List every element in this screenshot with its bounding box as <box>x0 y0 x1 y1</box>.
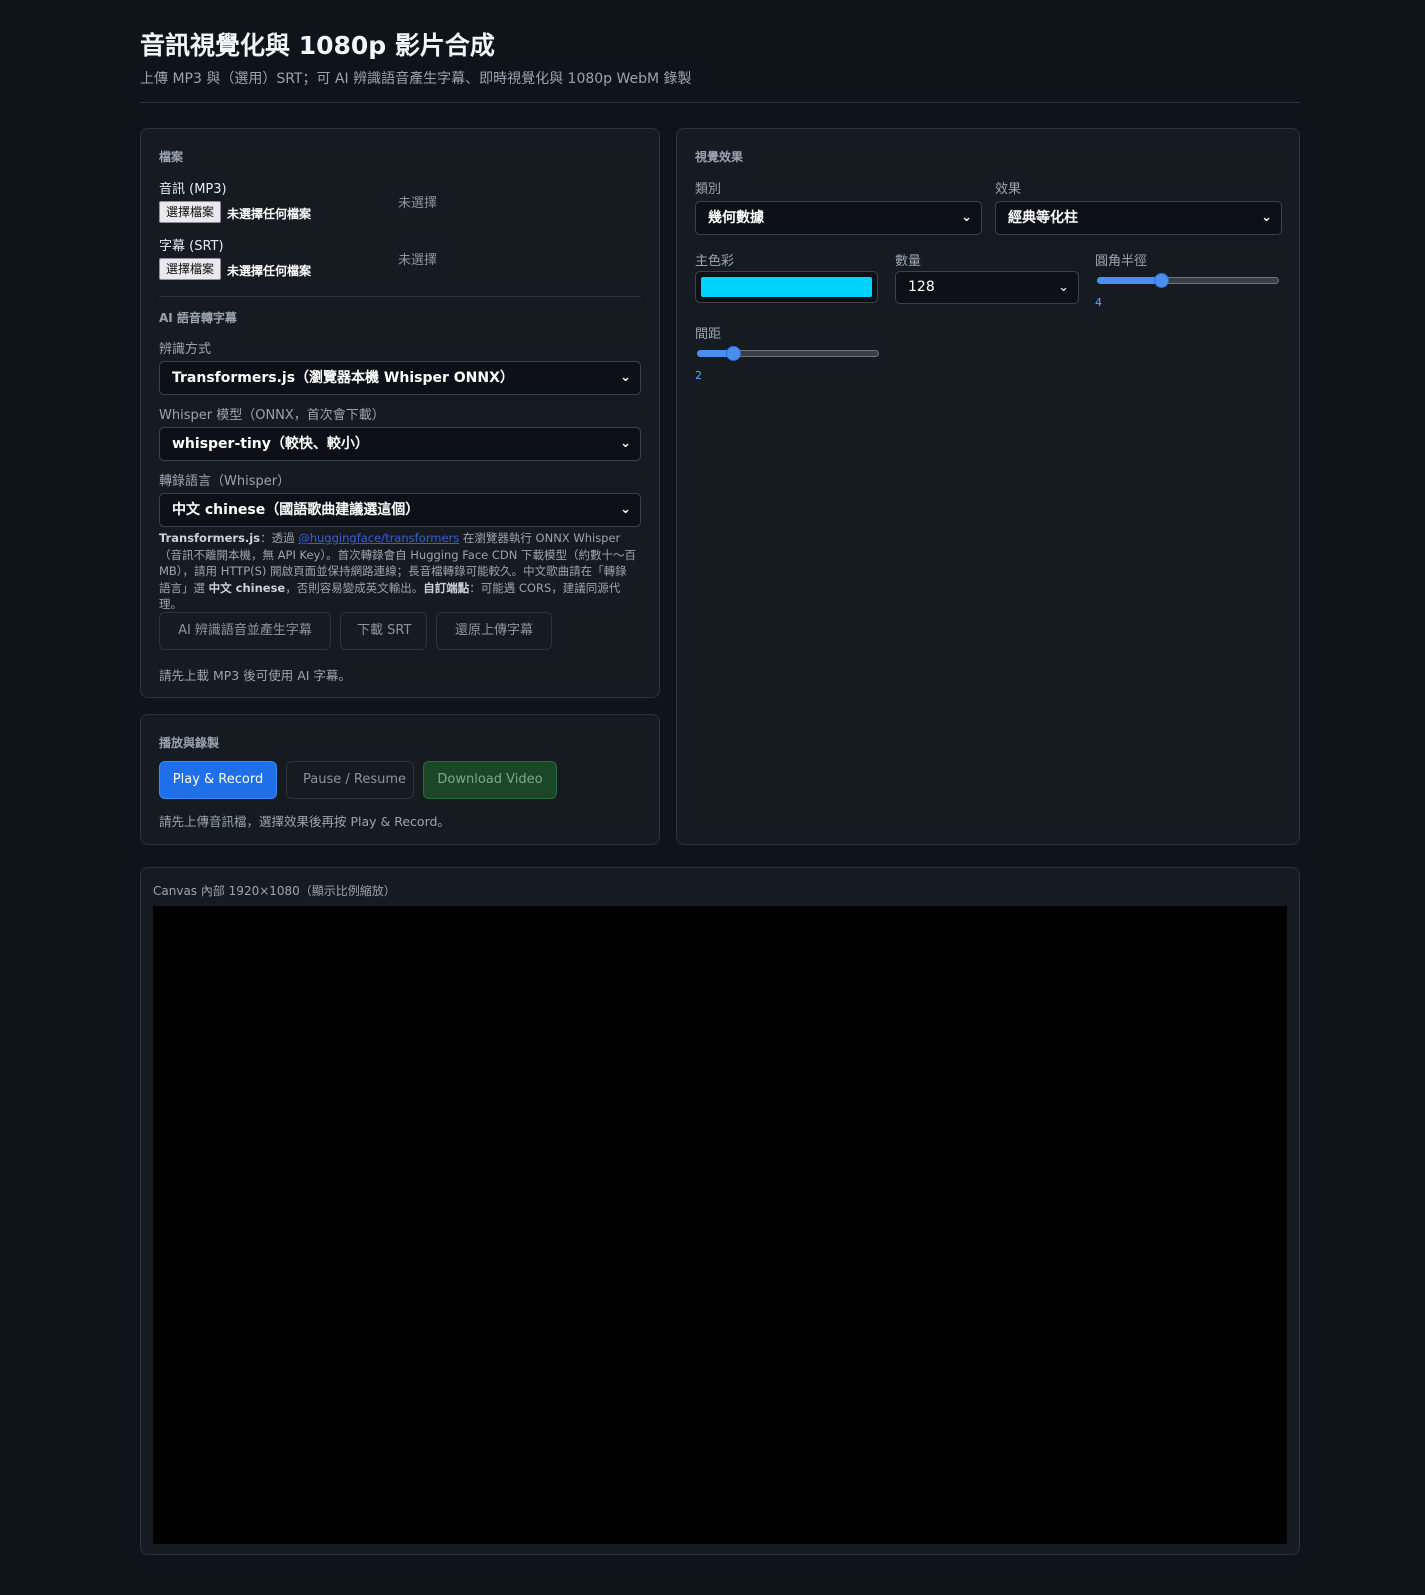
canvas-panel: Canvas 內部 1920×1080（顯示比例縮放） <box>140 867 1300 1555</box>
model-label: Whisper 模型（ONNX，首次會下載） <box>159 408 385 423</box>
visual-panel: 視覺效果 類別 幾何數據 ⌄ 效果 經典等化柱 ⌄ 主色彩 數量 128 ⌄ 圓… <box>676 128 1300 845</box>
subtitle-choose-file-button[interactable]: 選擇檔案 <box>159 258 222 280</box>
chevron-down-icon: ⌄ <box>1058 280 1069 295</box>
page-title: 音訊視覺化與 1080p 影片合成 <box>140 31 495 60</box>
effect-select-value: 經典等化柱 <box>1008 210 1078 226</box>
effect-label: 效果 <box>995 182 1022 197</box>
method-label: 辨識方式 <box>159 342 212 357</box>
visualizer-canvas[interactable] <box>153 906 1287 1544</box>
pause-resume-button[interactable]: Pause / Resume <box>286 761 414 799</box>
files-panel: 檔案 音訊 (MP3) 選擇檔案 未選擇任何檔案 未選擇 字幕 (SRT) 選擇… <box>140 128 660 698</box>
color-swatch <box>701 277 872 297</box>
audio-status: 未選擇 <box>398 196 438 211</box>
gap-label: 間距 <box>695 327 722 342</box>
slider-thumb[interactable] <box>726 346 741 361</box>
audio-no-file-text: 未選擇任何檔案 <box>227 207 312 221</box>
files-divider <box>159 296 641 297</box>
gap-value: 2 <box>695 369 702 382</box>
play-record-button[interactable]: Play & Record <box>159 761 277 799</box>
count-select-value: 128 <box>908 279 935 295</box>
slider-fill <box>1097 277 1161 284</box>
audio-label: 音訊 (MP3) <box>159 182 227 197</box>
model-select-value: whisper-tiny（較快、較小） <box>172 436 369 452</box>
ai-hint: 請先上載 MP3 後可使用 AI 字幕。 <box>159 668 351 683</box>
playback-panel: 播放與錄製 Play & Record Pause / Resume Downl… <box>140 714 660 845</box>
gap-slider[interactable] <box>697 344 879 364</box>
radius-slider[interactable] <box>1097 271 1279 291</box>
language-select-value: 中文 chinese（國語歌曲建議選這個） <box>172 502 420 518</box>
model-select[interactable]: whisper-tiny（較快、較小） ⌄ <box>159 427 641 461</box>
restore-subtitle-button[interactable]: 還原上傳字幕 <box>436 612 552 650</box>
download-srt-button[interactable]: 下載 SRT <box>340 612 427 650</box>
effect-select[interactable]: 經典等化柱 ⌄ <box>995 201 1282 235</box>
radius-label: 圓角半徑 <box>1095 254 1148 269</box>
chevron-down-icon: ⌄ <box>1261 210 1272 225</box>
radius-value: 4 <box>1095 296 1102 309</box>
note-bold: Transformers.js <box>159 531 261 545</box>
ai-section-title: AI 語音轉字幕 <box>159 311 237 325</box>
category-label: 類別 <box>695 182 722 197</box>
language-label: 轉錄語言（Whisper） <box>159 474 291 489</box>
header-divider <box>140 102 1300 103</box>
download-video-button[interactable]: Download Video <box>423 761 557 799</box>
subtitle-status: 未選擇 <box>398 253 438 268</box>
chevron-down-icon: ⌄ <box>620 436 631 451</box>
files-section-title: 檔案 <box>159 150 184 164</box>
count-label: 數量 <box>895 254 922 269</box>
color-picker[interactable] <box>695 271 878 303</box>
language-select[interactable]: 中文 chinese（國語歌曲建議選這個） ⌄ <box>159 493 641 527</box>
canvas-caption: Canvas 內部 1920×1080（顯示比例縮放） <box>153 884 396 898</box>
page-subtitle: 上傳 MP3 與（選用）SRT；可 AI 辨識語音產生字幕、即時視覺化與 108… <box>140 71 692 87</box>
transformers-note: Transformers.js：透過 @huggingface/transfor… <box>159 530 637 613</box>
transformers-link[interactable]: @huggingface/transformers <box>298 531 459 545</box>
audio-choose-file-button[interactable]: 選擇檔案 <box>159 201 222 223</box>
note-bold: 中文 chinese <box>208 580 286 595</box>
chevron-down-icon: ⌄ <box>961 210 972 225</box>
count-select[interactable]: 128 ⌄ <box>895 271 1079 304</box>
playback-hint: 請先上傳音訊檔，選擇效果後再按 Play & Record。 <box>159 814 450 829</box>
chevron-down-icon: ⌄ <box>620 502 631 517</box>
method-select[interactable]: Transformers.js（瀏覽器本機 Whisper ONNX） ⌄ <box>159 361 641 395</box>
note-bold: 自訂端點 <box>423 580 470 595</box>
subtitle-no-file-text: 未選擇任何檔案 <box>227 264 312 278</box>
playback-section-title: 播放與錄製 <box>159 736 220 750</box>
ai-transcribe-button[interactable]: AI 辨識語音並產生字幕 <box>159 612 331 650</box>
method-select-value: Transformers.js（瀏覽器本機 Whisper ONNX） <box>172 370 514 386</box>
color-label: 主色彩 <box>695 254 735 269</box>
note-text: ：透過 <box>260 531 299 545</box>
note-text: ，否則容易變成英文輸出。 <box>285 580 424 595</box>
subtitle-label: 字幕 (SRT) <box>159 239 224 254</box>
visual-section-title: 視覺效果 <box>695 150 744 164</box>
category-select[interactable]: 幾何數據 ⌄ <box>695 201 982 235</box>
slider-thumb[interactable] <box>1154 273 1169 288</box>
category-select-value: 幾何數據 <box>708 210 764 226</box>
chevron-down-icon: ⌄ <box>620 370 631 385</box>
